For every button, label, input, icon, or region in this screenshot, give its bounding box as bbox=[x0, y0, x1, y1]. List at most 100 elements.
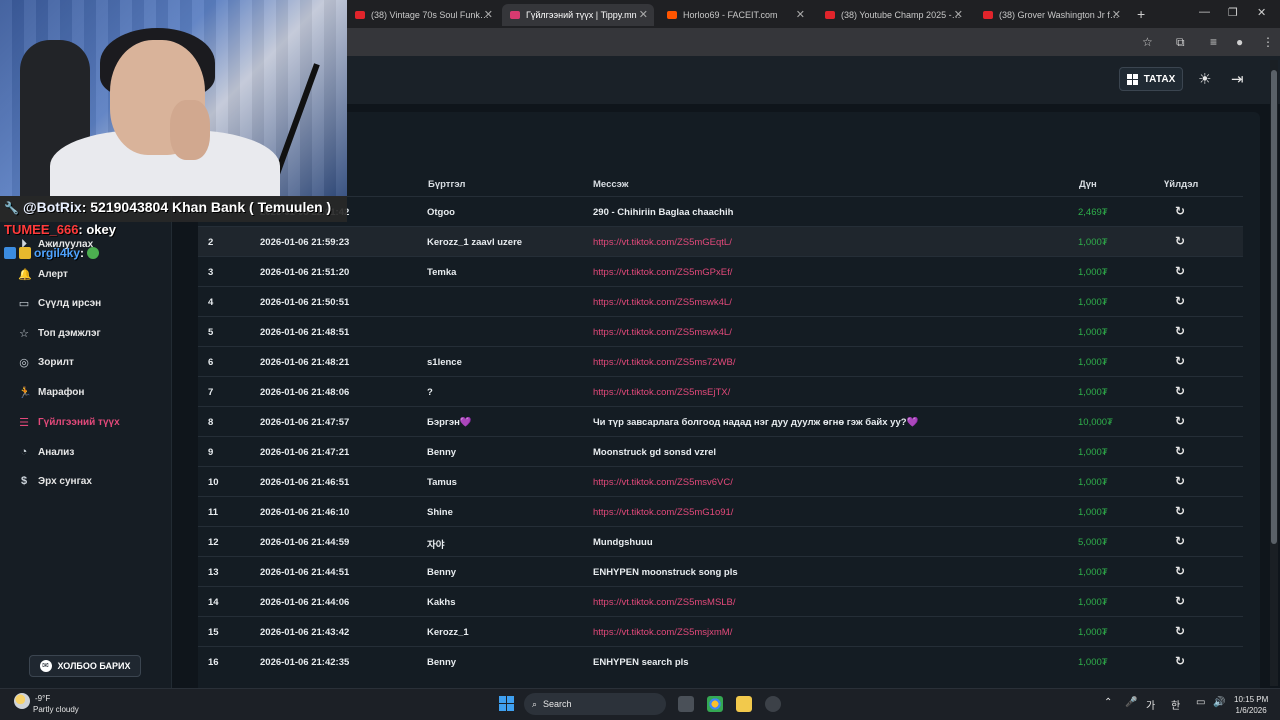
contact-button[interactable]: ✉ ХОЛБОО БАРИХ bbox=[29, 655, 141, 677]
replay-icon[interactable]: ↻ bbox=[1175, 624, 1185, 638]
tab-title: Horloo69 - FACEIT.com bbox=[683, 10, 778, 20]
media-icon[interactable]: ≡ bbox=[1210, 35, 1217, 49]
replay-icon[interactable]: ↻ bbox=[1175, 384, 1185, 398]
row-date: 2026-01-06 21:46:51 bbox=[260, 477, 350, 488]
row-message-link[interactable]: https://vt.tiktok.com/ZS5msjxmM/ bbox=[593, 627, 732, 638]
sidebar-item[interactable]: ☰ Гүйлгээний түүх bbox=[18, 412, 120, 432]
replay-icon[interactable]: ↻ bbox=[1175, 534, 1185, 548]
table-row: 7 2026-01-06 21:48:06? https://vt.tiktok.c… bbox=[198, 376, 1243, 406]
logout-icon[interactable]: ⇥ bbox=[1231, 70, 1244, 88]
sidebar-item[interactable]: ☆ Топ дэмжлэг bbox=[18, 323, 101, 343]
chat-text: : bbox=[80, 246, 85, 260]
replay-icon[interactable]: ↻ bbox=[1175, 414, 1185, 428]
replay-icon[interactable]: ↻ bbox=[1175, 504, 1185, 518]
file-explorer-icon[interactable] bbox=[736, 696, 752, 712]
bookmark-star-icon[interactable]: ☆ bbox=[1142, 35, 1153, 49]
tray-overflow-icon[interactable]: ⌃ bbox=[1104, 697, 1112, 708]
tab-close-icon[interactable]: ✕ bbox=[796, 8, 805, 21]
tab-title: (38) Youtube Champ 2025 - Yo bbox=[841, 10, 961, 20]
replay-icon[interactable]: ↻ bbox=[1175, 474, 1185, 488]
row-amount: 1,000₮ bbox=[1078, 297, 1108, 308]
header-action: Үйлдэл bbox=[1164, 179, 1199, 190]
row-message: Moonstruck gd sonsd vzrel bbox=[593, 447, 716, 458]
browser-tab[interactable]: Horloo69 - FACEIT.com ✕ bbox=[659, 4, 811, 26]
microphone-icon[interactable]: 🎤 bbox=[1125, 697, 1137, 708]
windows-icon bbox=[1126, 73, 1138, 85]
row-number: 7 bbox=[208, 387, 214, 398]
tab-close-icon[interactable]: ✕ bbox=[954, 8, 963, 21]
row-number: 3 bbox=[208, 267, 214, 278]
maximize-icon[interactable]: ❐ bbox=[1228, 6, 1238, 19]
new-tab-icon[interactable]: + bbox=[1137, 6, 1145, 22]
tab-close-icon[interactable]: ✕ bbox=[484, 8, 493, 21]
weather-icon[interactable] bbox=[14, 693, 30, 709]
browser-tab[interactable]: (38) Vintage 70s Soul Funk 🔥 ✕ bbox=[347, 4, 499, 26]
row-message-link[interactable]: https://vt.tiktok.com/ZS5mswk4L/ bbox=[593, 297, 732, 308]
row-message-link[interactable]: https://vt.tiktok.com/ZS5mGPxEf/ bbox=[593, 267, 732, 278]
table-row: 8 2026-01-06 21:47:57 Бэргэн💜 Чи түр завсар… bbox=[198, 406, 1243, 436]
taskbar-search[interactable]: ⌕ Search bbox=[524, 693, 666, 715]
chat-nick: TUMEE_666 bbox=[4, 222, 79, 237]
row-number: 15 bbox=[208, 627, 219, 638]
replay-icon[interactable]: ↻ bbox=[1175, 324, 1185, 338]
replay-icon[interactable]: ↻ bbox=[1175, 444, 1185, 458]
tab-close-icon[interactable]: ✕ bbox=[639, 8, 648, 21]
clock[interactable]: 10:15 PM 1/6/2026 bbox=[1234, 694, 1268, 716]
sidebar-item-label: Эрх сунгах bbox=[38, 475, 92, 487]
table-row: 13 2026-01-06 21:44:51 Benny ENHYPEN moonst… bbox=[198, 556, 1243, 586]
network-icon[interactable]: ▭ bbox=[1196, 697, 1205, 708]
inbox-icon: ▭ bbox=[18, 297, 30, 310]
replay-icon[interactable]: ↻ bbox=[1175, 234, 1185, 248]
sidebar-item[interactable]: ◔ Анализ bbox=[18, 442, 75, 462]
start-icon[interactable] bbox=[499, 696, 514, 711]
bell-icon: 🔔 bbox=[18, 268, 32, 281]
browser-tab[interactable]: (38) Grover Washington Jr ft. B ✕ bbox=[975, 4, 1127, 26]
task-view-icon[interactable] bbox=[678, 696, 694, 712]
row-message-link[interactable]: https://vt.tiktok.com/ZS5msMSLB/ bbox=[593, 597, 736, 608]
replay-icon[interactable]: ↻ bbox=[1175, 654, 1185, 668]
row-message-link[interactable]: https://vt.tiktok.com/ZS5ms72WB/ bbox=[593, 357, 736, 368]
replay-icon[interactable]: ↻ bbox=[1175, 354, 1185, 368]
row-message-link[interactable]: https://vt.tiktok.com/ZS5mGEqtL/ bbox=[593, 237, 732, 248]
row-amount: 1,000₮ bbox=[1078, 657, 1108, 668]
replay-icon[interactable]: ↻ bbox=[1175, 204, 1185, 218]
language-icon[interactable]: 가 bbox=[1146, 697, 1155, 712]
row-message: Чи түр завсарлага болгоод надад нэг дуу … bbox=[593, 417, 919, 428]
sidebar-item[interactable]: ▭ Сүүлд ирсэн bbox=[18, 293, 101, 313]
volume-icon[interactable]: 🔊 bbox=[1213, 697, 1225, 708]
sidebar-item[interactable]: $ Эрх сунгах bbox=[18, 471, 92, 491]
row-message-link[interactable]: https://vt.tiktok.com/ZS5msv6VC/ bbox=[593, 477, 733, 488]
replay-icon[interactable]: ↻ bbox=[1175, 594, 1185, 608]
profile-avatar-icon[interactable]: ● bbox=[1236, 35, 1243, 49]
sidebar-item[interactable]: 🏃 Марафон bbox=[18, 382, 84, 402]
chrome-icon[interactable] bbox=[707, 696, 723, 712]
minimize-icon[interactable]: — bbox=[1199, 6, 1210, 18]
tab-title: Гүйлгээний түүх | Tippy.mn bbox=[526, 10, 637, 20]
sidebar-item-label: Зорилт bbox=[38, 356, 74, 368]
replay-icon[interactable]: ↻ bbox=[1175, 294, 1185, 308]
list-icon: ☰ bbox=[19, 416, 29, 429]
table-row: 10 2026-01-06 21:46:51 Tamus https://vt.tik… bbox=[198, 466, 1243, 496]
tab-close-icon[interactable]: ✕ bbox=[1112, 8, 1121, 21]
keyboard-icon[interactable]: 한 bbox=[1171, 697, 1180, 712]
theme-toggle-icon[interactable]: ☀ bbox=[1198, 70, 1211, 88]
row-message-link[interactable]: https://vt.tiktok.com/ZS5mswk4L/ bbox=[593, 327, 732, 338]
row-date: 2026-01-06 21:43:42 bbox=[260, 627, 350, 638]
close-window-icon[interactable]: ✕ bbox=[1257, 6, 1266, 19]
scrollbar-thumb[interactable] bbox=[1271, 70, 1277, 544]
download-button[interactable]: ТАТАХ bbox=[1119, 67, 1183, 91]
browser-tab[interactable]: (38) Youtube Champ 2025 - Yo ✕ bbox=[817, 4, 969, 26]
row-message-link[interactable]: https://vt.tiktok.com/ZS5msEjTX/ bbox=[593, 387, 730, 398]
row-date: 2026-01-06 21:47:21 bbox=[260, 447, 350, 458]
extensions-icon[interactable]: ⧉ bbox=[1176, 35, 1185, 50]
sidebar-item[interactable]: ◎ Зорилт bbox=[18, 352, 74, 372]
menu-icon[interactable]: ⋮ bbox=[1262, 35, 1274, 49]
app-icon[interactable] bbox=[765, 696, 781, 712]
row-message-link[interactable]: https://vt.tiktok.com/ZS5mG1o91/ bbox=[593, 507, 733, 518]
browser-tab[interactable]: Гүйлгээний түүх | Tippy.mn ✕ bbox=[502, 4, 654, 26]
row-amount: 1,000₮ bbox=[1078, 387, 1108, 398]
replay-icon[interactable]: ↻ bbox=[1175, 264, 1185, 278]
chat-overlay: 🔧 @BotRix: 5219043804 Khan Bank ( Temuule… bbox=[0, 196, 347, 268]
header-message: Мессэж bbox=[593, 179, 629, 190]
replay-icon[interactable]: ↻ bbox=[1175, 564, 1185, 578]
